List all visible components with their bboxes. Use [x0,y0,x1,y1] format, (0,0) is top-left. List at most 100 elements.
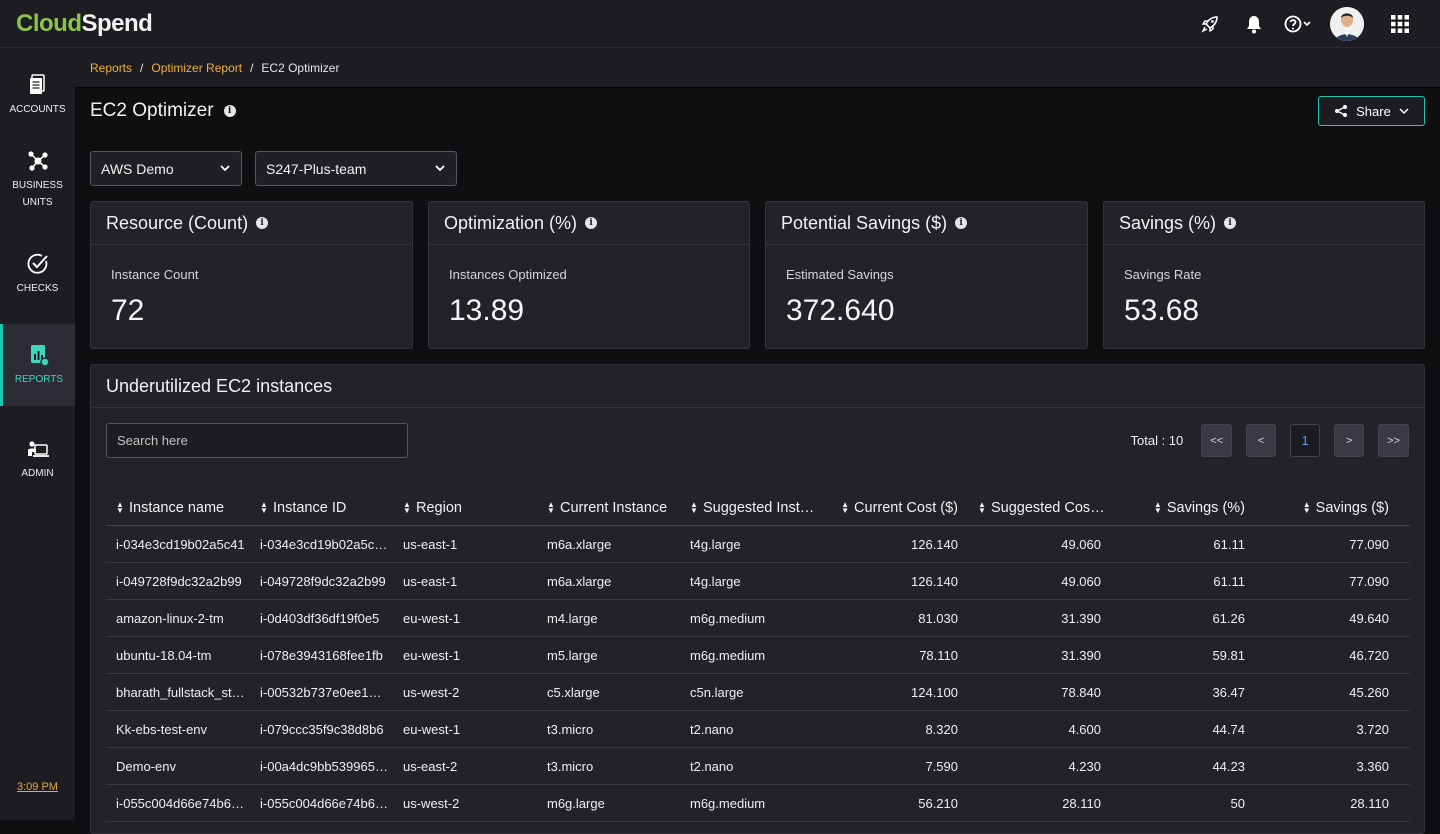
info-icon[interactable]: i [256,217,269,229]
cell-instance-id: i-00532b737e0ee191e [260,684,391,700]
accounts-icon [29,73,45,94]
cell-instance-id: i-00a4dc9bb5399652b [260,758,390,774]
sidebar-item-reports[interactable]: REPORTS [0,324,75,406]
app-logo[interactable]: CloudSpend [16,10,153,38]
info-icon[interactable]: i [223,105,236,117]
card-resource-count: Resource (Count) i Instance Count 72 [90,201,413,349]
bell-icon[interactable] [1232,0,1276,48]
breadcrumb-separator: / [250,60,254,75]
table-row[interactable]: i-055c004d66e74b6e4 i-055c004d66e74b6e4 us… [106,785,1410,822]
cell-current-cost: 8.320 [925,721,958,737]
cell-region: us-east-2 [403,758,458,774]
breadcrumb-optimizer-report[interactable]: Optimizer Report [151,61,242,75]
column-header-region[interactable]: ▲ ▼ Region [393,500,537,516]
column-label: Suggested Cost ($) [991,499,1111,516]
cell-savings-dollar: 77.090 [1349,536,1389,552]
cell-savings-dollar: 3.720 [1356,721,1389,737]
table-header: ▲ ▼ Instance name ▲ ▼ Instance ID ▲ ▼ Region ▲… [106,490,1410,526]
next-page-button[interactable]: > [1334,424,1365,457]
table-row[interactable]: ubuntu-18.04-tm i-078e3943168fee1fb eu-wes… [106,637,1410,674]
card-title: Potential Savings ($) [781,212,948,233]
sidebar-item-admin[interactable]: ADMIN [0,430,75,490]
share-label: Share [1356,103,1391,119]
column-header-current-instance[interactable]: ▲ ▼ Current Instance [537,500,680,516]
cell-savings-percent: 50 [1230,795,1245,811]
table-row[interactable]: bharath_fullstack_stress i-00532b737e0ee1… [106,674,1410,711]
sidebar-item-business-units[interactable]: BUSINESS UNITS [0,144,75,216]
table-row[interactable]: i-049728f9dc32a2b99 i-049728f9dc32a2b99 us… [106,563,1410,600]
cell-suggested-cost: 31.390 [1061,610,1101,626]
table-row[interactable]: i-034e3cd19b02a5c41 i-034e3cd19b02a5c41 us… [106,526,1410,563]
underutilized-panel: Underutilized EC2 instances Total : 10 <… [90,364,1425,834]
account-select[interactable]: AWS Demo [90,151,242,186]
card-savings-percent: Savings (%) i Savings Rate 53.68 [1103,201,1425,349]
cell-suggested-instance: m6g.medium [690,795,766,811]
column-header-suggested-instance[interactable]: ▲▼ Suggested Instance Type [680,500,825,516]
avatar[interactable] [1330,7,1364,41]
column-label: Suggested Instance Type [703,499,825,516]
cell-current-cost: 56.210 [918,795,958,811]
sidebar-item-label-line2: UNITS [22,197,53,208]
info-icon[interactable]: i [1224,217,1237,229]
reports-icon [31,344,50,367]
cell-current-cost: 81.030 [918,610,958,626]
cell-suggested-instance: m6g.medium [690,647,766,663]
cell-savings-percent: 44.74 [1212,721,1245,737]
cell-instance-id: i-078e3943168fee1fb [260,647,383,663]
sort-icon: ▲ ▼ [1302,499,1311,515]
sidebar-item-label: BUSINESS [12,180,63,191]
table-row[interactable]: Demo-env i-00a4dc9bb5399652b us-east-2 t3.m… [106,748,1410,785]
info-icon[interactable]: i [585,217,598,229]
cell-current-cost: 126.140 [911,573,958,589]
chevron-down-icon [435,165,445,172]
column-header-suggested-cost[interactable]: ▲ ▼ Suggested Cost ($) [968,500,1111,516]
current-page-button[interactable]: 1 [1290,424,1321,457]
cell-current-cost: 126.140 [911,536,958,552]
column-label: Instance name [129,499,225,516]
table-row[interactable]: Kk-ebs-test-env i-079ccc35f9c38d8b6 eu-wes… [106,711,1410,748]
column-header-current-cost[interactable]: ▲ ▼ Current Cost ($) [825,500,968,516]
breadcrumb: Reports / Optimizer Report / EC2 Optimiz… [75,48,1440,88]
cell-instance-name: Demo-env [116,758,176,774]
page-title-text: EC2 Optimizer [90,100,214,121]
page-title: EC2 Optimizer i [90,100,236,122]
column-header-instance-name[interactable]: ▲ ▼ Instance name [106,500,250,516]
info-icon[interactable]: i [955,217,968,229]
team-select[interactable]: S247-Plus-team [255,151,457,186]
breadcrumb-reports[interactable]: Reports [90,61,132,75]
last-page-button[interactable]: >> [1378,424,1409,457]
card-value: 372.640 [786,294,895,327]
table-row[interactable]: amazon-linux-2-tm i-0d403df36df19f0e5 eu-w… [106,600,1410,637]
column-label: Region [416,499,462,516]
top-icons [1188,0,1422,48]
sidebar-item-accounts[interactable]: ACCOUNTS [0,60,75,130]
column-header-savings-percent[interactable]: ▲ ▼ Savings (%) [1111,500,1255,516]
share-button[interactable]: Share [1318,96,1425,126]
rocket-icon[interactable] [1188,0,1232,48]
column-label: Instance ID [273,499,347,516]
column-header-savings-dollar[interactable]: ▲ ▼ Savings ($) [1255,500,1399,516]
clock-time[interactable]: 3:09 PM [17,781,58,793]
card-label: Instance Count [111,267,199,282]
cell-region: eu-west-1 [403,610,461,626]
help-icon[interactable] [1276,0,1320,48]
cell-current-cost: 7.590 [925,758,958,774]
cell-savings-dollar: 49.640 [1349,610,1389,626]
panel-title: Underutilized EC2 instances [91,365,1424,408]
cell-region: eu-west-1 [403,647,461,663]
card-value: 53.68 [1124,294,1200,327]
prev-page-button[interactable]: < [1246,424,1277,457]
sidebar-item-checks[interactable]: CHECKS [0,244,75,304]
apps-grid-icon[interactable] [1378,0,1422,48]
first-page-button[interactable]: << [1201,424,1233,457]
cell-savings-dollar: 46.720 [1349,647,1389,663]
column-header-instance-id[interactable]: ▲ ▼ Instance ID [250,500,393,516]
admin-icon [27,440,49,457]
cell-suggested-cost: 28.110 [1062,795,1101,811]
column-label: Savings ($) [1315,499,1389,516]
search-input[interactable] [106,423,408,458]
top-bar: CloudSpend [0,0,1440,48]
sidebar-item-label: REPORTS [14,373,64,385]
card-value: 13.89 [449,294,525,327]
cell-savings-percent: 61.11 [1213,536,1245,552]
